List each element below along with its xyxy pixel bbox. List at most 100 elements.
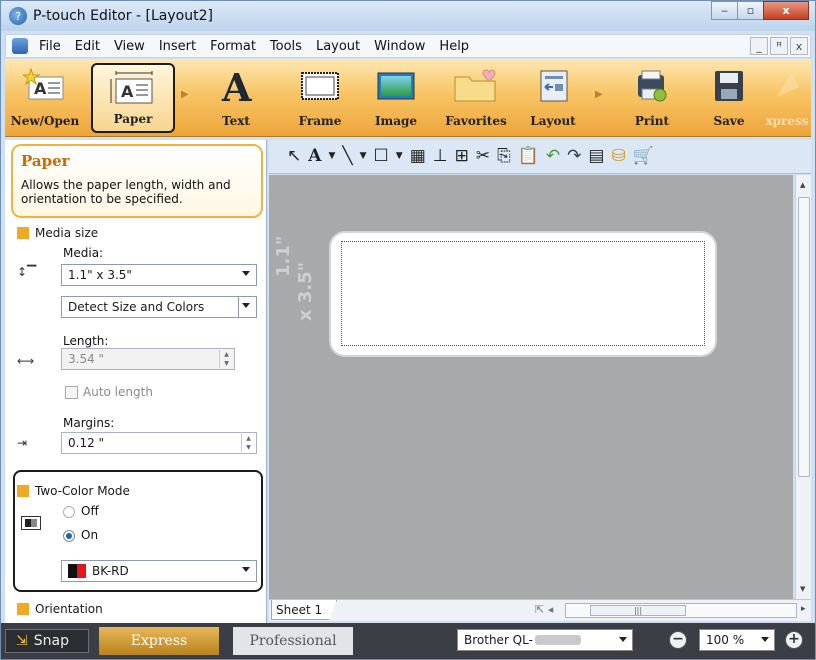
property-list-icon[interactable]: ▤ (588, 148, 604, 165)
sheet-add-icon[interactable]: ⇱ ◂ (535, 603, 553, 616)
zoom-value: 100 % (706, 633, 745, 647)
margins-stepper[interactable]: ▲ ▼ (241, 434, 255, 452)
line-tool-icon[interactable]: ╲ (342, 148, 352, 165)
two-color-icon (21, 516, 41, 530)
table-tool-icon[interactable]: ▦ (410, 148, 426, 165)
express-mode-button[interactable]: Express (99, 627, 219, 655)
zoom-select[interactable]: 100 % (699, 629, 775, 651)
length-stepper[interactable]: ▲ ▼ (219, 350, 233, 368)
media-select[interactable]: 1.1" x 3.5" (61, 264, 257, 286)
menu-window[interactable]: Window (367, 39, 432, 54)
professional-mode-button[interactable]: Professional (233, 627, 353, 655)
paper-button[interactable]: A Paper (91, 63, 175, 133)
menu-format[interactable]: Format (203, 39, 263, 54)
redo-icon[interactable]: ↷ (567, 148, 581, 165)
paste-icon[interactable]: 📋 (518, 148, 539, 165)
properties-panel: Paper Allows the paper length, width and… (5, 140, 267, 623)
menu-help[interactable]: Help (432, 39, 476, 54)
arrange-icon[interactable]: ⊥ (433, 148, 448, 165)
menu-bar: File Edit View Insert Format Tools Layou… (5, 34, 811, 58)
auto-length-checkbox[interactable] (65, 386, 78, 399)
menu-insert[interactable]: Insert (152, 39, 203, 54)
snap-toggle[interactable]: ⇲ Snap (5, 629, 89, 653)
copy-icon[interactable]: ⎘ (497, 148, 511, 165)
cart-icon[interactable]: 🛒 (633, 148, 654, 165)
scroll-right-icon[interactable]: ▸ (801, 604, 806, 614)
two-color-off-radio[interactable] (63, 506, 75, 518)
menu-file[interactable]: File (32, 39, 68, 54)
new-open-label: New/Open (10, 114, 80, 128)
doc-restore-button[interactable]: ꟸ (770, 37, 788, 55)
close-button[interactable]: x (763, 1, 809, 20)
chevron-down-icon (242, 271, 250, 276)
text-button[interactable]: A Text (201, 63, 271, 133)
save-label: Save (713, 114, 745, 128)
ribbon-arrow-icon: ▶ (595, 89, 603, 100)
chevron-down-icon[interactable]: ▼ (360, 152, 367, 161)
menu-view[interactable]: View (107, 39, 152, 54)
minimize-button[interactable]: ‒ (711, 1, 738, 20)
doc-close-button[interactable]: x (790, 37, 808, 55)
chevron-down-icon[interactable]: ▼ (396, 152, 403, 161)
svg-text:A: A (221, 67, 252, 105)
hscroll-thumb[interactable]: ||| (590, 605, 686, 616)
layout-button[interactable]: Layout (521, 63, 585, 133)
two-color-section[interactable]: Two-Color Mode (17, 484, 130, 498)
color-select[interactable]: BK-RD (61, 560, 257, 582)
image-label: Image (374, 114, 418, 128)
media-size-section[interactable]: Media size (17, 226, 98, 240)
menu-layout[interactable]: Layout (309, 39, 367, 54)
chevron-down-icon[interactable]: ▼ (328, 152, 335, 161)
media-label: Media: (63, 246, 104, 260)
scroll-up-icon[interactable]: ▲ (800, 181, 805, 189)
horizontal-scrollbar[interactable]: ||| (565, 603, 797, 618)
section-marker-icon (17, 603, 29, 615)
database-icon[interactable]: ⛁ (611, 148, 625, 165)
rectangle-tool-icon[interactable]: ☐ (374, 148, 389, 165)
align-icon[interactable]: ⊞ (455, 148, 469, 165)
media-width-icon: ↕▔ (17, 265, 37, 279)
document-icon[interactable] (12, 38, 28, 54)
print-button[interactable]: Print (617, 63, 687, 133)
undo-icon[interactable]: ↶ (546, 148, 560, 165)
favorites-button[interactable]: Favorites (433, 63, 519, 133)
text-icon: A (221, 67, 252, 105)
orientation-section[interactable]: Orientation (17, 602, 103, 616)
length-field[interactable]: 3.54 " ▲ ▼ (61, 348, 235, 370)
paper-panel-header: Paper Allows the paper length, width and… (11, 144, 263, 218)
two-color-heading: Two-Color Mode (35, 484, 130, 498)
scroll-down-icon[interactable]: ▼ (800, 585, 805, 593)
two-color-on-radio[interactable] (63, 530, 75, 542)
detect-size-select[interactable]: Detect Size and Colors (61, 296, 257, 318)
color-select-value: BK-RD (92, 564, 129, 578)
save-icon (715, 71, 743, 101)
express-partial-button[interactable]: xpress (765, 63, 809, 133)
new-open-button[interactable]: A New/Open (5, 63, 85, 133)
zoom-out-button[interactable]: − (669, 631, 687, 649)
margins-field[interactable]: 0.12 " ▲ ▼ (61, 432, 257, 454)
zoom-in-button[interactable]: + (785, 631, 803, 649)
section-marker-icon (17, 227, 29, 239)
image-icon (377, 72, 415, 100)
save-button[interactable]: Save (695, 63, 763, 133)
two-color-off-label: Off (81, 504, 99, 518)
frame-label: Frame (298, 114, 342, 128)
printer-select[interactable]: Brother QL- (457, 629, 633, 651)
cut-icon[interactable]: ✂ (476, 148, 490, 165)
auto-length-label: Auto length (83, 385, 153, 399)
new-open-icon: A (23, 67, 64, 100)
doc-minimize-button[interactable]: _ (750, 37, 768, 55)
vertical-scrollbar[interactable]: ▲ ▼ (795, 175, 811, 599)
scroll-thumb[interactable] (798, 197, 810, 477)
label-print-area[interactable] (341, 241, 705, 346)
menu-tools[interactable]: Tools (263, 39, 309, 54)
text-tool-icon[interactable]: A (308, 148, 321, 165)
image-button[interactable]: Image (361, 63, 431, 133)
menu-edit[interactable]: Edit (68, 39, 107, 54)
sheet-tab[interactable]: Sheet 1 (271, 600, 338, 620)
margins-icon: ⇥ (17, 436, 28, 450)
maximize-button[interactable]: ▫ (737, 1, 764, 20)
express-partial-label: xpress (765, 114, 809, 128)
frame-button[interactable]: Frame (285, 63, 355, 133)
select-pointer-icon[interactable]: ↖ (287, 148, 301, 165)
